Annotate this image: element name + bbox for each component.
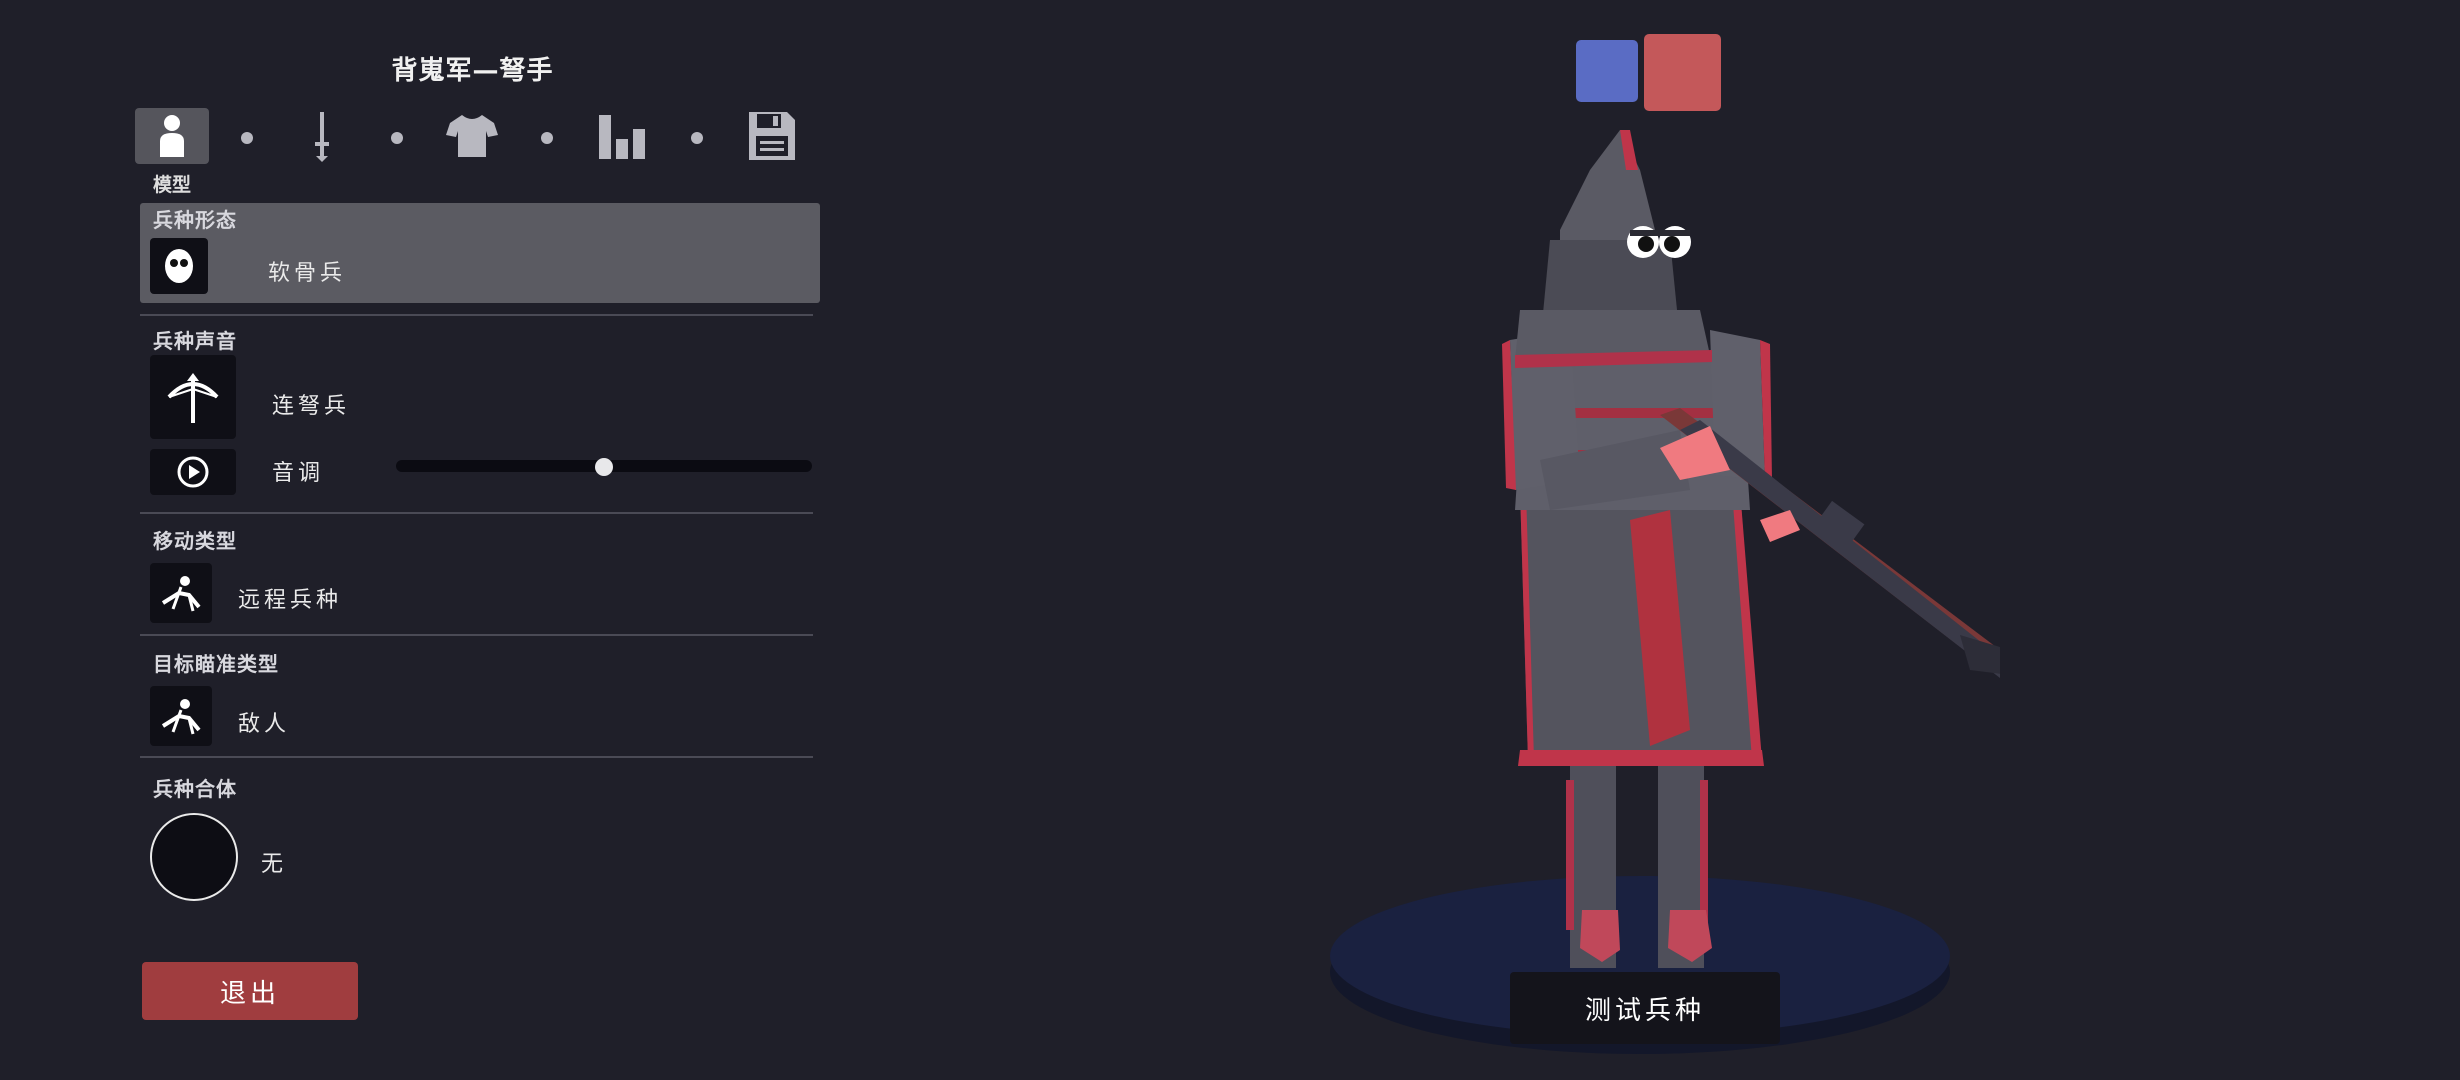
tab-separator-dot [541,132,553,144]
sword-icon [315,112,329,162]
active-tab-label: 模型 [153,174,192,196]
empty-circle-icon[interactable] [150,813,238,901]
section-title-targeting: 目标瞄准类型 [153,652,279,676]
section-title-movement: 移动类型 [153,529,237,553]
bar-chart-icon [599,115,645,159]
tab-save[interactable] [735,108,809,164]
shirt-icon [446,115,498,157]
soldier-head [1515,130,1712,368]
tab-stats[interactable] [585,108,659,164]
soldier-body [1502,330,1772,766]
section-title-fusion: 兵种合体 [153,777,237,801]
tab-separator-dot [391,132,403,144]
floppy-disk-icon [749,112,795,160]
face-icon [165,249,193,283]
target-enemy-icon [161,699,201,735]
section-title-voice: 兵种声音 [153,329,237,353]
person-icon [160,115,184,157]
unit-form-value: 软骨兵 [268,261,347,286]
section-divider [140,756,813,758]
section-divider [140,634,813,636]
tab-weapons[interactable] [285,108,359,164]
team-blue-swatch[interactable] [1576,40,1638,102]
ranged-unit-icon [161,576,201,612]
movement-icon-box[interactable] [150,563,212,623]
crossbow-icon [167,373,219,423]
team-red-swatch[interactable] [1644,34,1721,111]
tab-separator-dot [691,132,703,144]
pitch-slider-knob[interactable] [595,458,613,476]
unit-form-icon-box[interactable] [150,238,208,294]
targeting-icon-box[interactable] [150,686,212,746]
tab-model[interactable] [135,108,209,164]
unit-preview[interactable] [1320,130,2000,1060]
tab-separator-dot [241,132,253,144]
exit-button[interactable]: 退出 [142,962,358,1020]
fusion-value: 无 [261,852,288,877]
unit-form-row[interactable] [140,203,820,303]
play-icon [177,456,209,488]
unit-voice-icon-box[interactable] [150,355,236,439]
unit-title: 背嵬军—弩手 [391,56,554,86]
editor-tab-bar [135,108,805,168]
play-voice-button[interactable] [150,449,236,495]
unit-voice-value: 连弩兵 [272,394,351,419]
section-divider [140,512,813,514]
section-title-form: 兵种形态 [153,208,237,232]
movement-value: 远程兵种 [238,588,343,613]
test-unit-button[interactable]: 测试兵种 [1510,972,1780,1044]
targeting-value: 敌人 [238,712,291,737]
pitch-label: 音调 [272,461,325,486]
tab-clothing[interactable] [435,108,509,164]
section-divider [140,314,813,316]
